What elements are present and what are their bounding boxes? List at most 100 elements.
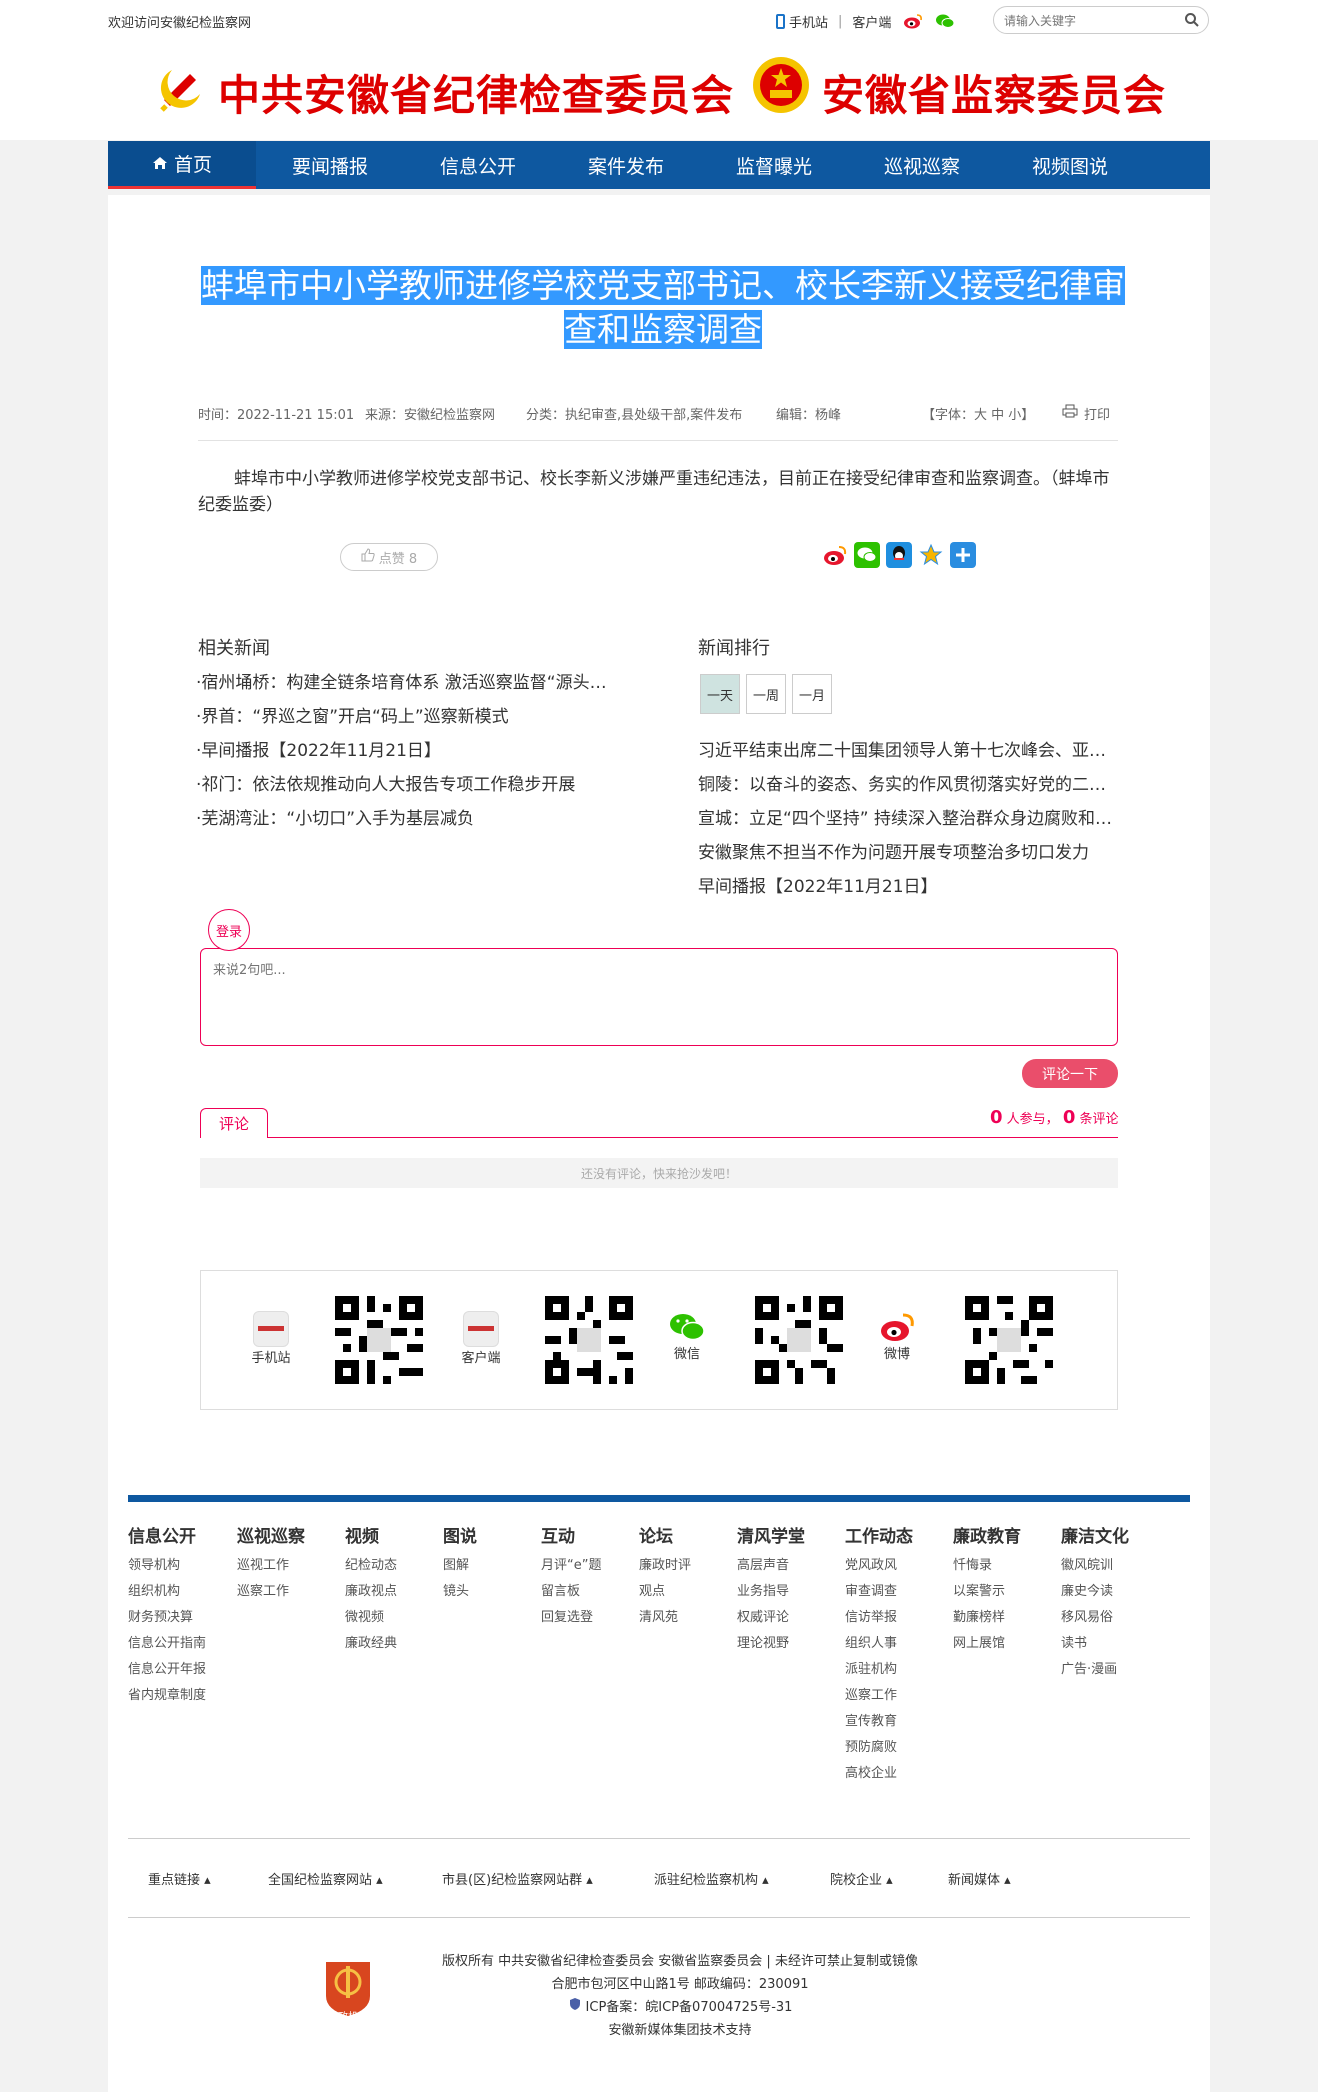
list-item[interactable]: ·宿州埇桥：构建全链条培育体系 激活巡察监督“源头活水” [196, 666, 616, 700]
tab-month[interactable]: 一月 [792, 674, 832, 714]
footer-link[interactable]: 廉史今读 [1061, 1579, 1129, 1605]
print-link[interactable]: 打印 [1084, 404, 1110, 423]
share-more-icon[interactable] [950, 542, 976, 568]
footer-col-heading[interactable]: 廉洁文化 [1061, 1522, 1129, 1547]
footer-col-heading[interactable]: 巡视巡察 [237, 1522, 305, 1547]
links-dropdown-schools[interactable]: 院校企业 ▴ [830, 1869, 893, 1888]
footer-col-heading[interactable]: 信息公开 [128, 1522, 206, 1547]
mobile-app-item[interactable]: 手机站 [251, 1311, 291, 1366]
list-item[interactable]: ·祁门：依法依规推动向人大报告专项工作稳步开展 [196, 768, 616, 802]
mobile-link[interactable]: 手机站 [789, 12, 828, 31]
footer-link[interactable]: 廉政经典 [345, 1631, 397, 1657]
footer-link[interactable]: 审查调查 [845, 1579, 913, 1605]
weibo-icon[interactable] [903, 13, 923, 29]
footer-link[interactable]: 移风易俗 [1061, 1605, 1129, 1631]
footer-link[interactable]: 巡视工作 [237, 1553, 305, 1579]
footer-col-heading[interactable]: 工作动态 [845, 1522, 913, 1547]
footer-link[interactable]: 业务指导 [737, 1579, 805, 1605]
wechat-icon[interactable] [935, 13, 955, 29]
nav-supervision[interactable]: 监督曝光 [700, 141, 848, 189]
list-item[interactable]: 铜陵：以奋斗的姿态、务实的作风贯彻落实好党的二十大精神 [698, 768, 1118, 802]
footer-col-heading[interactable]: 论坛 [639, 1522, 691, 1547]
nav-cases[interactable]: 案件发布 [552, 141, 700, 189]
list-item[interactable]: 习近平结束出席二十国集团领导人第十七次峰会、亚太经合组织第二十九次领导人非正式会… [698, 734, 1118, 768]
footer-link[interactable]: 理论视野 [737, 1631, 805, 1657]
links-dropdown-resident[interactable]: 派驻纪检监察机构 ▴ [654, 1869, 769, 1888]
share-qzone-icon[interactable] [918, 542, 944, 568]
footer-link[interactable]: 广告·漫画 [1061, 1657, 1129, 1683]
submit-comment-button[interactable]: 评论一下 [1022, 1059, 1118, 1088]
footer-link[interactable]: 宣传教育 [845, 1709, 913, 1735]
like-button[interactable]: 点赞 8 [340, 543, 438, 571]
footer-link[interactable]: 廉政视点 [345, 1579, 397, 1605]
footer-link[interactable]: 纪检动态 [345, 1553, 397, 1579]
footer-link[interactable]: 图解 [443, 1553, 477, 1579]
footer-link[interactable]: 高校企业 [845, 1761, 913, 1787]
list-item[interactable]: 早间播报【2022年11月21日】 [698, 870, 1118, 904]
search-icon[interactable] [1184, 12, 1200, 28]
list-item[interactable]: 安徽聚焦不担当不作为问题开展专项整治多切口发力 [698, 836, 1118, 870]
tab-week[interactable]: 一周 [746, 674, 786, 714]
nav-info[interactable]: 信息公开 [404, 141, 552, 189]
footer-link[interactable]: 清风苑 [639, 1605, 691, 1631]
share-weibo-icon[interactable] [822, 542, 848, 568]
footer-col-heading[interactable]: 视频 [345, 1522, 397, 1547]
share-wechat-icon[interactable] [854, 542, 880, 568]
links-dropdown-media[interactable]: 新闻媒体 ▴ [948, 1869, 1011, 1888]
footer-link[interactable]: 高层声音 [737, 1553, 805, 1579]
footer-col-heading[interactable]: 清风学堂 [737, 1522, 805, 1547]
footer-link[interactable]: 巡察工作 [237, 1579, 305, 1605]
footer-link[interactable]: 徽风皖训 [1061, 1553, 1129, 1579]
footer-link[interactable]: 回复选登 [541, 1605, 601, 1631]
links-dropdown-key[interactable]: 重点链接 ▴ [148, 1869, 211, 1888]
nav-video[interactable]: 视频图说 [996, 141, 1144, 189]
links-dropdown-national[interactable]: 全国纪检监察网站 ▴ [268, 1869, 383, 1888]
footer-link[interactable]: 组织机构 [128, 1579, 206, 1605]
print-icon[interactable] [1062, 404, 1078, 422]
footer-link[interactable]: 勤廉榜样 [953, 1605, 1021, 1631]
footer-col-heading[interactable]: 互动 [541, 1522, 601, 1547]
links-dropdown-city[interactable]: 市县(区)纪检监察网站群 ▴ [442, 1869, 593, 1888]
list-item[interactable]: 宣城：立足“四个坚持” 持续深入整治群众身边腐败和作风问题 [698, 802, 1118, 836]
comment-input[interactable] [201, 949, 1117, 1045]
weibo-item[interactable]: 微博 [877, 1311, 917, 1362]
footer-link[interactable]: 忏悔录 [953, 1553, 1021, 1579]
font-size-switch[interactable]: 【字体：大 中 小】 [922, 404, 1034, 423]
footer-link[interactable]: 网上展馆 [953, 1631, 1021, 1657]
footer-link[interactable]: 信息公开指南 [128, 1631, 206, 1657]
footer-link[interactable]: 省内规章制度 [128, 1683, 206, 1709]
footer-link[interactable]: 读书 [1061, 1631, 1129, 1657]
nav-news[interactable]: 要闻播报 [256, 141, 404, 189]
client-app-item[interactable]: 客户端 [461, 1311, 501, 1366]
footer-link[interactable]: 派驻机构 [845, 1657, 913, 1683]
search-input[interactable] [1004, 12, 1174, 30]
list-item[interactable]: ·芜湖湾沚：“小切口”入手为基层减负 [196, 802, 616, 836]
footer-link[interactable]: 信访举报 [845, 1605, 913, 1631]
wechat-item[interactable]: 微信 [667, 1311, 707, 1362]
footer-link[interactable]: 党风政风 [845, 1553, 913, 1579]
list-item[interactable]: ·早间播报【2022年11月21日】 [196, 734, 616, 768]
footer-link[interactable]: 留言板 [541, 1579, 601, 1605]
nav-inspection[interactable]: 巡视巡察 [848, 141, 996, 189]
footer-link[interactable]: 观点 [639, 1579, 691, 1605]
footer-link[interactable]: 预防腐败 [845, 1735, 913, 1761]
list-item[interactable]: ·界首：“界巡之窗”开启“码上”巡察新模式 [196, 700, 616, 734]
footer-link[interactable]: 以案警示 [953, 1579, 1021, 1605]
footer-link[interactable]: 组织人事 [845, 1631, 913, 1657]
footer-col-heading[interactable]: 图说 [443, 1522, 477, 1547]
icp-line[interactable]: ICP备案：皖ICP备07004725号-31 [300, 1996, 1060, 2019]
footer-link[interactable]: 巡察工作 [845, 1683, 913, 1709]
footer-link[interactable]: 廉政时评 [639, 1553, 691, 1579]
tab-day[interactable]: 一天 [700, 674, 740, 714]
footer-link[interactable]: 权威评论 [737, 1605, 805, 1631]
footer-link[interactable]: 领导机构 [128, 1553, 206, 1579]
login-button[interactable]: 登录 [208, 909, 250, 951]
footer-link[interactable]: 月评“e”题 [541, 1553, 601, 1579]
nav-home[interactable]: 首页 [108, 141, 256, 189]
footer-link[interactable]: 信息公开年报 [128, 1657, 206, 1683]
footer-col-heading[interactable]: 廉政教育 [953, 1522, 1021, 1547]
footer-link[interactable]: 财务预决算 [128, 1605, 206, 1631]
footer-link[interactable]: 微视频 [345, 1605, 397, 1631]
tab-comments[interactable]: 评论 [200, 1108, 268, 1138]
share-qq-icon[interactable] [886, 542, 912, 568]
